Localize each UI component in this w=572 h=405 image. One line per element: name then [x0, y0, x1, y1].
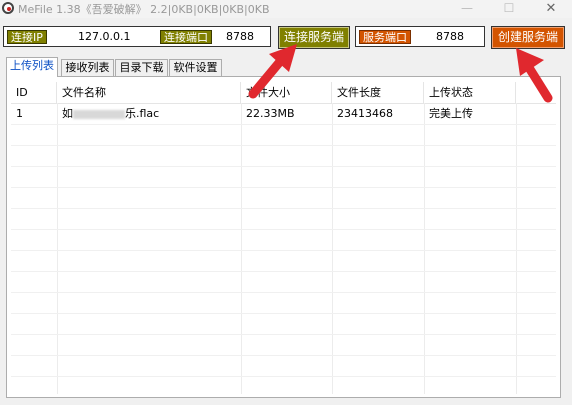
row-divider	[11, 313, 556, 314]
connect-ip-label: 连接IP	[7, 30, 47, 44]
column-divider	[241, 103, 242, 394]
cell-file-size: 22.33MB	[246, 107, 295, 120]
tab-directory-download[interactable]: 目录下载	[115, 59, 168, 76]
column-header-id[interactable]: ID	[11, 82, 57, 103]
row-divider	[11, 187, 556, 188]
connect-port-label: 连接端口	[160, 30, 212, 44]
table-row[interactable]: 1 如 乐.flac 22.33MB 23413468 完美上传	[11, 104, 556, 124]
row-divider	[11, 292, 556, 293]
title-bar: MeFile 1.38《吾爱破解》 2.2|0KB|0KB|0KB|0KB — …	[0, 0, 572, 18]
column-header-upload-status[interactable]: 上传状态	[424, 82, 516, 103]
red-arrow-icon	[516, 48, 553, 103]
cell-id: 1	[16, 107, 23, 120]
tab-receive-list[interactable]: 接收列表	[61, 59, 114, 76]
column-divider	[424, 103, 425, 394]
column-header-file-length[interactable]: 文件长度	[332, 82, 424, 103]
tab-upload-list[interactable]: 上传列表	[6, 57, 58, 77]
row-divider	[11, 355, 556, 356]
server-port-label: 服务端口	[359, 30, 411, 44]
redacted-filename-blur	[73, 109, 125, 119]
cell-upload-status: 完美上传	[429, 107, 473, 120]
row-divider	[11, 229, 556, 230]
row-divider	[11, 250, 556, 251]
close-button[interactable]: ✕	[536, 0, 566, 18]
server-settings-group: 服务端口 8788	[355, 26, 485, 47]
file-name-suffix: 乐.flac	[125, 107, 160, 120]
row-divider	[11, 208, 556, 209]
cell-file-name: 如 乐.flac	[57, 104, 241, 124]
tab-software-settings[interactable]: 软件设置	[169, 59, 222, 76]
file-name-prefix: 如	[62, 107, 73, 120]
app-logo-icon	[2, 2, 14, 14]
column-divider	[516, 103, 517, 394]
column-divider	[332, 103, 333, 394]
minimize-button[interactable]: —	[452, 0, 482, 18]
server-port-field[interactable]: 8788	[436, 30, 464, 43]
row-divider	[11, 145, 556, 146]
row-divider	[11, 376, 556, 377]
column-divider	[57, 103, 58, 394]
maximize-button[interactable]: ☐	[494, 0, 524, 18]
red-arrow-icon	[248, 44, 297, 99]
window-title: MeFile 1.38《吾爱破解》 2.2|0KB|0KB|0KB|0KB	[18, 3, 270, 16]
row-divider	[11, 271, 556, 272]
column-header-file-name[interactable]: 文件名称	[57, 82, 241, 103]
connect-settings-group: 连接IP 127.0.0.1 连接端口 8788	[3, 26, 271, 47]
row-divider	[11, 334, 556, 335]
row-divider	[11, 124, 556, 125]
row-divider	[11, 166, 556, 167]
cell-file-length: 23413468	[337, 107, 393, 120]
upload-list-panel: ID 文件名称 文件大小 文件长度 上传状态 1 如乐.flac 22.33MB…	[6, 76, 561, 398]
upload-list-table[interactable]: ID 文件名称 文件大小 文件长度 上传状态 1 如乐.flac 22.33MB…	[11, 82, 556, 394]
connect-ip-field[interactable]: 127.0.0.1	[78, 30, 130, 43]
